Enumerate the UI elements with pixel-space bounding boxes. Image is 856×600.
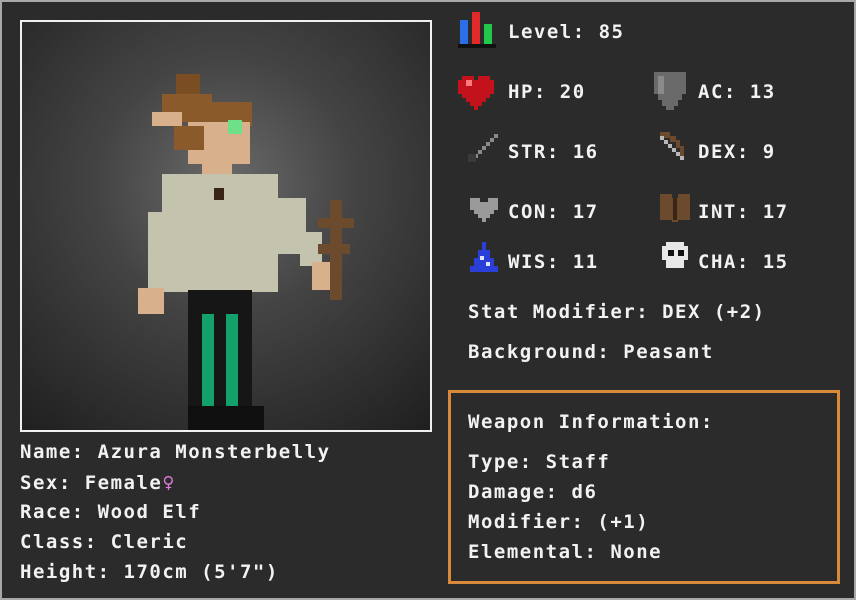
character-name: Name: Azura Monsterbelly xyxy=(20,441,331,463)
stat-wis-label: WIS: xyxy=(508,251,560,273)
stat-con-label: CON: xyxy=(508,201,560,223)
weapon-heading: Weapon Information: xyxy=(468,411,714,433)
character-race: Race: Wood Elf xyxy=(20,501,202,523)
sword-icon xyxy=(468,134,498,162)
character-sex: Sex: Female♀ xyxy=(20,470,176,495)
weapon-type: Type: Staff xyxy=(468,451,611,473)
stat-str: STR: 16 xyxy=(508,140,599,164)
stat-str-value: 16 xyxy=(572,141,599,163)
wizard-hat-icon xyxy=(470,242,498,272)
stat-dex: DEX: 9 xyxy=(698,140,776,164)
stat-ac: AC: 13 xyxy=(698,80,776,104)
character-background: Background: Peasant xyxy=(468,341,714,363)
bow-icon xyxy=(660,132,684,160)
stat-cha-value: 15 xyxy=(762,251,789,273)
character-sprite xyxy=(138,74,354,430)
stat-level-label: Level: xyxy=(508,21,586,43)
stat-cha: CHA: 15 xyxy=(698,250,789,274)
stat-modifier: Stat Modifier: DEX (+2) xyxy=(468,301,766,323)
stat-dex-value: 9 xyxy=(762,141,776,163)
stat-level: Level: 85 xyxy=(508,20,624,44)
stat-int: INT: 17 xyxy=(698,200,789,224)
stat-hp-label: HP: xyxy=(508,81,547,103)
level-bars-icon xyxy=(458,12,496,48)
book-icon xyxy=(660,194,690,222)
grey-heart-icon xyxy=(470,198,498,222)
stat-con: CON: 17 xyxy=(508,200,599,224)
weapon-modifier: Modifier: (+1) xyxy=(468,511,650,533)
stat-hp: HP: 20 xyxy=(508,80,586,104)
character-sex-text: Sex: Female xyxy=(20,472,163,494)
shield-icon xyxy=(654,72,686,110)
stat-str-label: STR: xyxy=(508,141,560,163)
weapon-damage: Damage: d6 xyxy=(468,481,598,503)
stat-level-value: 85 xyxy=(598,21,625,43)
stat-ac-value: 13 xyxy=(749,81,776,103)
character-height: Height: 170cm (5'7") xyxy=(20,561,279,583)
stat-con-value: 17 xyxy=(572,201,599,223)
weapon-elemental: Elemental: None xyxy=(468,541,663,563)
stat-hp-value: 20 xyxy=(559,81,586,103)
stat-cha-label: CHA: xyxy=(698,251,750,273)
stat-wis-value: 11 xyxy=(572,251,599,273)
character-class: Class: Cleric xyxy=(20,531,189,553)
heart-icon xyxy=(458,76,494,110)
character-portrait xyxy=(20,20,432,432)
stat-int-value: 17 xyxy=(762,201,789,223)
stat-wis: WIS: 11 xyxy=(508,250,599,274)
character-card: Name: Azura Monsterbelly Sex: Female♀ Ra… xyxy=(2,2,854,598)
female-symbol-icon: ♀ xyxy=(162,470,176,494)
stat-dex-label: DEX: xyxy=(698,141,750,163)
stat-int-label: INT: xyxy=(698,201,750,223)
stat-ac-label: AC: xyxy=(698,81,737,103)
skull-icon xyxy=(662,242,688,268)
